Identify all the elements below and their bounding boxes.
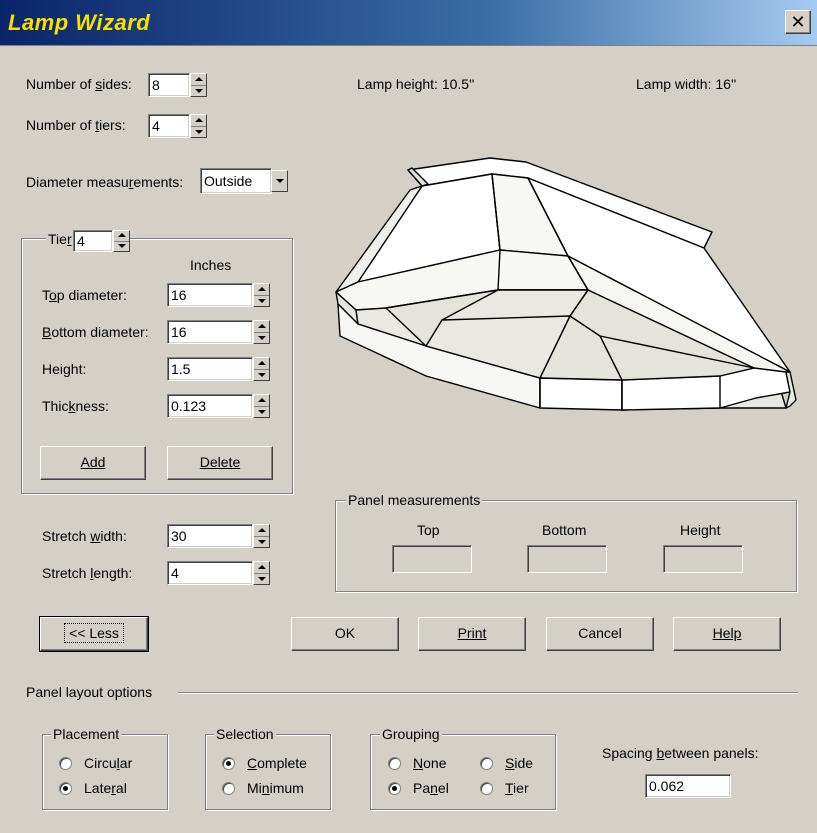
radio-complete[interactable] [222, 757, 235, 770]
tier-input[interactable]: 4 [73, 230, 113, 252]
spin-down-icon[interactable] [254, 332, 269, 343]
chevron-down-icon[interactable] [271, 170, 288, 192]
panel-measurements-title: Panel measurements [346, 492, 483, 508]
top-diameter-spinner[interactable] [253, 283, 270, 307]
bottom-diameter-input[interactable]: 16 [167, 320, 253, 344]
tier-spinner[interactable] [113, 230, 130, 252]
spin-down-icon[interactable] [254, 369, 269, 380]
radio-none[interactable] [388, 757, 401, 770]
radio-tier[interactable] [480, 782, 493, 795]
spin-down-icon[interactable] [114, 241, 129, 251]
spin-up-icon[interactable] [191, 74, 206, 85]
panel-top-label: Top [417, 522, 440, 538]
top-diameter-label: Top diameter: [42, 287, 127, 303]
tiers-input[interactable]: 4 [148, 114, 190, 138]
bottom-diameter-spinner[interactable] [253, 320, 270, 344]
stretch-length-input[interactable]: 4 [167, 561, 253, 585]
spacing-input[interactable]: 0.062 [645, 774, 731, 798]
print-button[interactable]: Print [418, 617, 526, 651]
radio-complete-label[interactable]: Complete [247, 755, 307, 771]
spin-down-icon[interactable] [254, 573, 269, 584]
diameter-select[interactable]: Outside [200, 168, 272, 194]
selection-group [205, 734, 331, 810]
panel-height-label: Height [680, 522, 721, 538]
radio-tier-label[interactable]: Tier [505, 780, 529, 796]
thickness-spinner[interactable] [253, 394, 270, 418]
panel-bottom-value [527, 545, 607, 573]
stretch-length-spinner[interactable] [253, 561, 270, 585]
thickness-label: Thickness: [42, 398, 109, 414]
placement-title: Placement [51, 726, 122, 742]
height-spinner[interactable] [253, 357, 270, 381]
radio-lateral-label[interactable]: Lateral [84, 780, 127, 796]
spin-down-icon[interactable] [254, 536, 269, 547]
sides-label: Number of sides: [26, 76, 132, 92]
spin-down-icon[interactable] [254, 295, 269, 306]
grouping-group [370, 734, 556, 810]
delete-button[interactable]: Delete [167, 446, 273, 480]
radio-circular[interactable] [59, 757, 72, 770]
panel-bottom-label: Bottom [542, 522, 587, 538]
spin-up-icon[interactable] [254, 562, 269, 573]
tier-group-title: Tier [46, 231, 74, 247]
inches-label: Inches [190, 257, 232, 273]
radio-circular-label[interactable]: Circular [84, 755, 132, 771]
help-button[interactable]: Help [673, 617, 781, 651]
radio-minimum-label[interactable]: Minimum [247, 780, 304, 796]
grouping-title: Grouping [380, 726, 442, 742]
panel-height-value [663, 545, 743, 573]
spin-up-icon[interactable] [254, 321, 269, 332]
sides-spinner[interactable] [190, 73, 207, 97]
stretch-width-spinner[interactable] [253, 524, 270, 548]
spin-up-icon[interactable] [254, 358, 269, 369]
radio-minimum[interactable] [222, 782, 235, 795]
spin-down-icon[interactable] [254, 406, 269, 417]
spin-up-icon[interactable] [191, 115, 206, 126]
add-button[interactable]: Add [40, 446, 146, 480]
radio-none-label[interactable]: None [413, 755, 446, 771]
height-input[interactable]: 1.5 [167, 357, 253, 381]
spin-up-icon[interactable] [114, 231, 129, 241]
less-button[interactable]: << Less [39, 616, 149, 652]
tiers-spinner[interactable] [190, 114, 207, 138]
radio-side[interactable] [480, 757, 493, 770]
diameter-label: Diameter measurements: [26, 174, 184, 190]
radio-panel[interactable] [388, 782, 401, 795]
stretch-width-label: Stretch width: [42, 528, 127, 544]
close-button[interactable]: ✕ [785, 10, 811, 34]
spacing-label: Spacing between panels: [602, 745, 759, 761]
lamp-height-label: Lamp height: 10.5'' [357, 76, 475, 92]
window-title: Lamp Wizard [8, 10, 151, 35]
top-diameter-input[interactable]: 16 [167, 283, 253, 307]
radio-lateral[interactable] [59, 782, 72, 795]
spin-down-icon[interactable] [191, 85, 206, 96]
stretch-length-label: Stretch length: [42, 565, 133, 581]
bottom-diameter-label: Bottom diameter: [42, 324, 149, 340]
radio-panel-label[interactable]: Panel [413, 780, 449, 796]
spin-up-icon[interactable] [254, 395, 269, 406]
lamp-width-label: Lamp width: 16'' [636, 76, 737, 92]
tiers-label: Number of tiers: [26, 117, 126, 133]
spin-up-icon[interactable] [254, 525, 269, 536]
spin-down-icon[interactable] [191, 126, 206, 137]
stretch-width-input[interactable]: 30 [167, 524, 253, 548]
spin-up-icon[interactable] [254, 284, 269, 295]
lamp-preview [335, 157, 797, 411]
selection-title: Selection [214, 726, 276, 742]
placement-group [42, 734, 168, 810]
cancel-button[interactable]: Cancel [546, 617, 654, 651]
thickness-input[interactable]: 0.123 [167, 394, 253, 418]
panel-top-value [392, 545, 472, 573]
separator [178, 692, 798, 694]
radio-side-label[interactable]: Side [505, 755, 533, 771]
sides-input[interactable]: 8 [148, 73, 190, 97]
height-label: Height: [42, 361, 87, 377]
layout-options-title: Panel layout options [26, 684, 153, 700]
ok-button[interactable]: OK [291, 617, 399, 651]
